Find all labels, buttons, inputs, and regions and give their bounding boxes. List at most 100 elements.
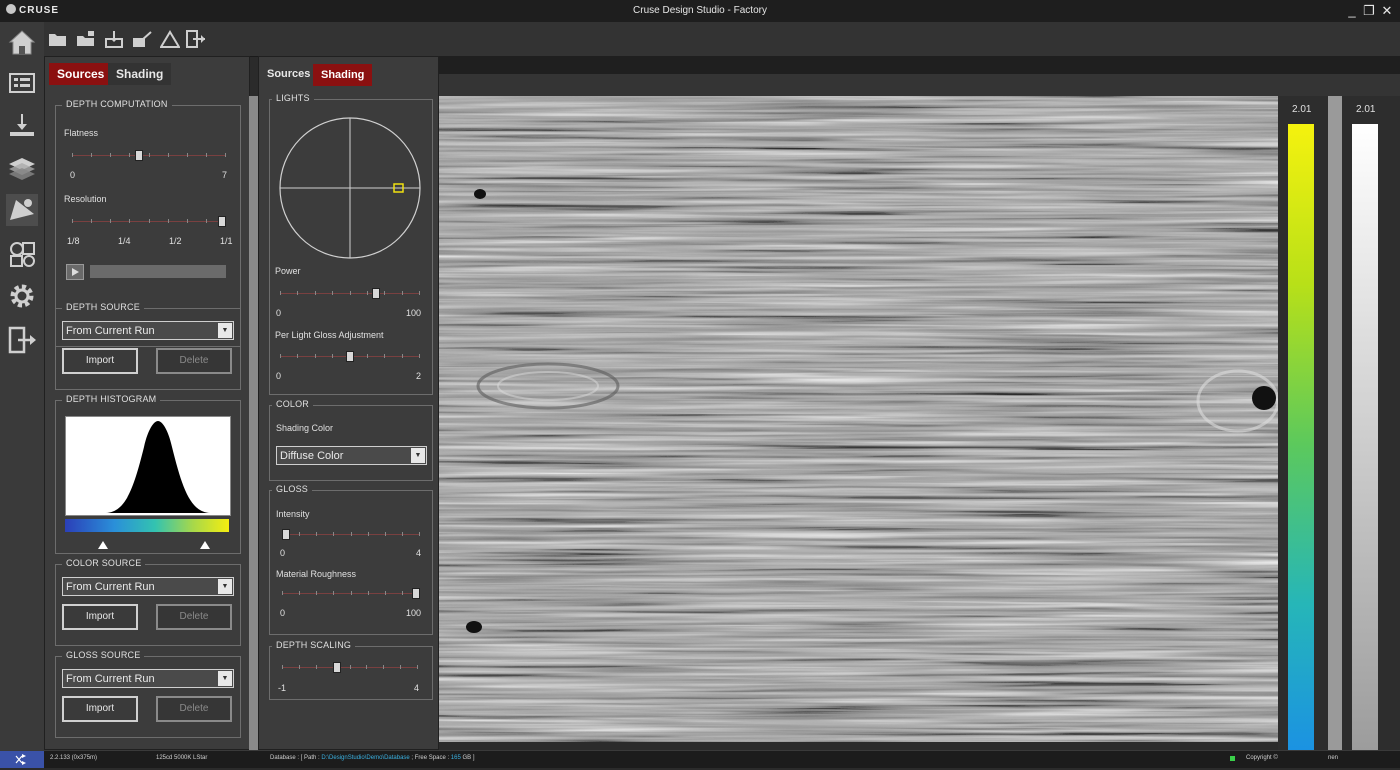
tab-sources[interactable]: Sources bbox=[259, 63, 318, 85]
depth-delete-button[interactable]: Delete bbox=[156, 348, 232, 374]
sources-panel: Sources Shading DEPTH COMPUTATION Flatne… bbox=[44, 56, 250, 750]
depth-source-select[interactable]: From Current Run ▼ bbox=[62, 321, 234, 340]
slider-tick bbox=[419, 532, 420, 536]
resolution-label: Resolution bbox=[64, 194, 107, 204]
slider-thumb[interactable] bbox=[346, 351, 354, 362]
slider-tick bbox=[91, 153, 92, 157]
slider-tick bbox=[225, 153, 226, 157]
color-group: COLOR Shading Color Diffuse Color ▼ bbox=[269, 399, 433, 481]
intensity-slider[interactable] bbox=[282, 529, 420, 541]
color-delete-button[interactable]: Delete bbox=[156, 604, 232, 630]
slider-tick bbox=[332, 291, 333, 295]
depth-source-title: DEPTH SOURCE bbox=[62, 302, 144, 312]
gloss-source-select[interactable]: From Current Run ▼ bbox=[62, 669, 234, 688]
slider-tick bbox=[168, 219, 169, 223]
open-folder-icon[interactable] bbox=[48, 30, 68, 48]
layers-icon[interactable] bbox=[6, 152, 38, 184]
add-folder-icon[interactable] bbox=[76, 30, 96, 48]
depth-computation-title: DEPTH COMPUTATION bbox=[62, 99, 172, 109]
depth-scaling-slider[interactable] bbox=[282, 662, 418, 674]
tab-sources[interactable]: Sources bbox=[49, 63, 113, 85]
resolution-slider[interactable] bbox=[72, 216, 226, 228]
slider-tick bbox=[91, 219, 92, 223]
exit-icon[interactable] bbox=[6, 324, 38, 356]
window-title: Cruse Design Studio - Factory bbox=[633, 5, 767, 16]
power-slider[interactable] bbox=[280, 288, 420, 300]
light-direction-pad[interactable] bbox=[278, 116, 422, 265]
slider-tick bbox=[149, 153, 150, 157]
status-device: 125cd 5000K LStar bbox=[156, 755, 208, 761]
depth-image-viewport[interactable] bbox=[438, 96, 1278, 742]
shuffle-icon bbox=[15, 754, 26, 765]
slider-tick bbox=[368, 591, 369, 595]
slider-thumb[interactable] bbox=[333, 662, 341, 673]
slider-tick bbox=[72, 219, 73, 223]
slider-thumb[interactable] bbox=[218, 216, 226, 227]
warning-icon[interactable] bbox=[159, 30, 181, 48]
download-icon[interactable] bbox=[104, 30, 124, 48]
gloss-adjust-slider[interactable] bbox=[280, 351, 420, 363]
power-min: 0 bbox=[276, 308, 282, 318]
slider-tick bbox=[402, 291, 403, 295]
slider-tick bbox=[297, 354, 298, 358]
slider-tick bbox=[350, 291, 351, 295]
title-bar: CRUSE Cruse Design Studio - Factory _ ❐ … bbox=[0, 0, 1400, 23]
gloss-delete-button[interactable]: Delete bbox=[156, 696, 232, 722]
close-button[interactable]: ✕ bbox=[1379, 3, 1395, 19]
slider-thumb[interactable] bbox=[135, 150, 143, 161]
resolution-tick-1-8: 1/8 bbox=[67, 236, 80, 246]
gloss-source-group: GLOSS SOURCE From Current Run ▼ Import D… bbox=[55, 650, 241, 738]
slider-thumb[interactable] bbox=[282, 529, 290, 540]
database-path[interactable]: D:\DesignStudio\Demo\Database bbox=[321, 755, 409, 761]
wood-grain-image bbox=[438, 96, 1278, 742]
shading-icon[interactable] bbox=[6, 194, 38, 226]
workspace-header bbox=[438, 56, 1400, 74]
compute-play-button[interactable] bbox=[66, 264, 84, 280]
minimize-button[interactable]: _ bbox=[1344, 3, 1360, 19]
color-import-button[interactable]: Import bbox=[62, 604, 138, 630]
free-space-value: 165 bbox=[450, 755, 461, 761]
slider-tick bbox=[368, 532, 369, 536]
intensity-min: 0 bbox=[280, 548, 286, 558]
settings-gear-icon[interactable] bbox=[6, 280, 38, 312]
free-space-label: ; Free Space : bbox=[409, 755, 451, 761]
depth-import-button[interactable]: Import bbox=[62, 348, 138, 374]
intensity-max: 4 bbox=[416, 548, 422, 558]
colorbar-max-value: 2.01 bbox=[1292, 104, 1312, 115]
slider-tick bbox=[400, 665, 401, 669]
slider-tick bbox=[316, 532, 317, 536]
slider-thumb[interactable] bbox=[412, 588, 420, 599]
histogram-high-handle[interactable] bbox=[200, 536, 210, 554]
depth-histogram-title: DEPTH HISTOGRAM bbox=[62, 394, 161, 404]
shuffle-button[interactable] bbox=[0, 751, 44, 768]
maximize-button[interactable]: ❐ bbox=[1361, 3, 1377, 19]
export-icon[interactable] bbox=[186, 30, 206, 48]
roughness-slider[interactable] bbox=[282, 588, 420, 600]
tab-shading[interactable]: Shading bbox=[313, 64, 373, 86]
slider-tick bbox=[72, 153, 73, 157]
edit-icon[interactable] bbox=[132, 30, 152, 48]
shading-color-select[interactable]: Diffuse Color ▼ bbox=[276, 446, 427, 465]
color-swatch-icon[interactable] bbox=[6, 238, 38, 270]
histogram-low-handle[interactable] bbox=[98, 536, 108, 554]
power-max: 100 bbox=[406, 308, 422, 318]
slider-tick bbox=[333, 591, 334, 595]
gloss-adjust-max: 2 bbox=[416, 371, 422, 381]
gloss-import-button[interactable]: Import bbox=[62, 696, 138, 722]
play-icon bbox=[72, 268, 79, 276]
lights-group: LIGHTS Power 0 100 Per Light Gloss Adjus… bbox=[269, 93, 433, 395]
slider-tick bbox=[419, 354, 420, 358]
slider-thumb[interactable] bbox=[372, 288, 380, 299]
scan-icon[interactable] bbox=[6, 110, 38, 142]
home-icon[interactable] bbox=[6, 26, 38, 58]
gloss-colorbar-max-value: 2.01 bbox=[1356, 104, 1376, 115]
tab-shading[interactable]: Shading bbox=[108, 63, 172, 85]
compute-progress-bar bbox=[90, 265, 226, 278]
slider-tick bbox=[187, 219, 188, 223]
color-source-select[interactable]: From Current Run ▼ bbox=[62, 577, 234, 596]
slider-tick bbox=[187, 153, 188, 157]
slider-tick bbox=[367, 291, 368, 295]
flatness-slider[interactable] bbox=[72, 150, 226, 162]
monitor-icon[interactable] bbox=[6, 68, 38, 100]
shading-color-label: Shading Color bbox=[276, 423, 334, 433]
